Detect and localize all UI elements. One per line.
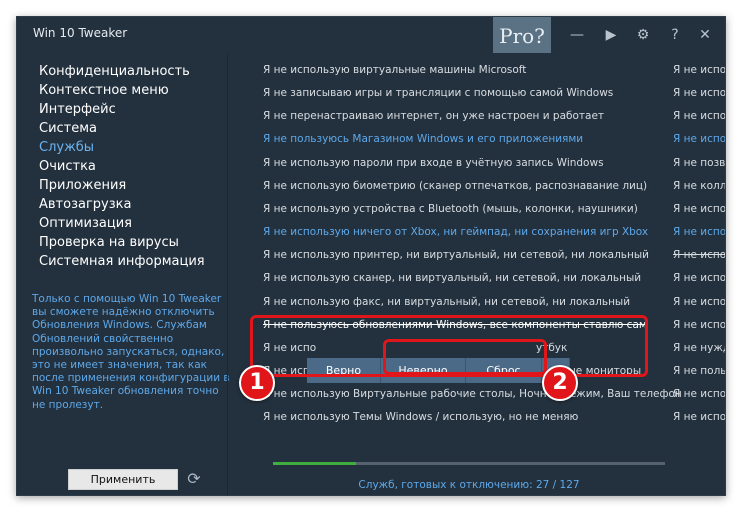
close-icon[interactable]: ✕ — [693, 23, 717, 47]
progress-fill — [273, 462, 357, 465]
service-label: Я не использую виртуальные машины Micros… — [263, 64, 527, 76]
sidebar-item-interface[interactable]: Интерфейс — [39, 101, 116, 118]
service-row[interactable]: Я не использую устройства с Bluetooth (м… — [228, 198, 726, 221]
service-label-right: Я не испо — [673, 226, 726, 239]
service-label-right: Я не испо — [673, 388, 726, 401]
help-icon[interactable]: ? — [663, 23, 687, 47]
service-row[interactable]: Я не использую Виртуальные рабочие столы… — [228, 383, 726, 406]
service-row[interactable]: Я не использую ничего от Xbox, ни геймпа… — [228, 221, 726, 244]
sidebar-item-optimization[interactable]: Оптимизация — [39, 215, 132, 232]
service-label-right: Я не испо — [673, 64, 726, 76]
service-label-right: Я не испо — [673, 110, 726, 123]
service-row[interactable]: Я не перенастраиваю интернет, он уже нас… — [228, 105, 726, 128]
apply-button[interactable]: Применить — [68, 469, 178, 490]
service-label-right: Я не польз — [673, 364, 726, 377]
service-row[interactable]: Я не использую виртуальные машины Micros… — [228, 59, 726, 82]
service-label-right: Я не испо — [673, 87, 726, 100]
service-label-right: Я не нужда — [673, 341, 725, 354]
pro-badge[interactable]: Pro? — [493, 17, 551, 53]
service-label-right: Я не испо — [673, 295, 726, 308]
service-row[interactable]: Я не пользуюсь Магазином Windows и его п… — [228, 128, 726, 151]
service-label: Я не использую принтер, ни виртуальный, … — [263, 249, 649, 262]
section-description: Только с помощью Win 10 Tweaker вы сможе… — [32, 293, 230, 411]
service-label: Я не использую ничего от Xbox, ни геймпа… — [263, 226, 649, 239]
annotation-marker-1: 1 — [239, 365, 275, 401]
service-label: Я не перенастраиваю интернет, он уже нас… — [263, 110, 605, 123]
gear-icon[interactable]: ⚙ — [631, 23, 655, 47]
sidebar-item-services[interactable]: Службы — [39, 139, 94, 156]
sidebar-item-cleanup[interactable]: Очистка — [39, 158, 96, 175]
app-window: Win 10 Tweaker Pro? — ▶ ⚙ ? ✕ Конфиденци… — [16, 16, 726, 496]
service-label: Я не использую Темы Windows / использую,… — [263, 411, 579, 424]
service-row[interactable]: Я не использую Темы Windows / использую,… — [228, 406, 726, 429]
play-icon[interactable]: ▶ — [599, 23, 623, 47]
service-row[interactable]: Я не использую сканер, ни виртуальный, н… — [228, 267, 726, 290]
service-row[interactable]: Я не использую пароли при входе в учётну… — [228, 152, 726, 175]
service-label: Я не использую Виртуальные рабочие столы… — [263, 388, 682, 401]
title-bar: Win 10 Tweaker Pro? — ▶ ⚙ ? ✕ — [17, 17, 725, 53]
progress-bar — [273, 462, 665, 465]
services-list: Я не использую виртуальные машины Micros… — [228, 53, 726, 495]
annotation-marker-2: 2 — [542, 365, 578, 401]
service-row[interactable]: Я не записываю игры и трансляции с помощ… — [228, 82, 726, 105]
sidebar-item-system[interactable]: Система — [39, 120, 97, 137]
service-row[interactable]: Я не использую биометрию (сканер отпечат… — [228, 175, 726, 198]
sidebar-item-context-menu[interactable]: Контекстное меню — [39, 82, 169, 99]
service-label: Я не пользуюсь Магазином Windows и его п… — [263, 133, 584, 146]
sidebar: Конфиденциальность Контекстное меню Инте… — [17, 53, 230, 495]
service-label-right: Я не испо — [673, 133, 726, 146]
service-row[interactable]: Я не использую факс, ни виртуальный, ни … — [228, 291, 726, 314]
minimize-icon[interactable]: — — [565, 23, 589, 47]
sidebar-item-privacy[interactable]: Конфиденциальность — [39, 63, 190, 80]
service-label-right: Я не колле — [673, 179, 726, 192]
service-label: Я не использую биометрию (сканер отпечат… — [263, 179, 648, 192]
service-label: Я не использую устройства с Bluetooth (м… — [263, 202, 638, 215]
sidebar-item-startup[interactable]: Автозагрузка — [39, 196, 131, 213]
service-row[interactable]: Я не использую принтер, ни виртуальный, … — [228, 244, 726, 267]
service-label: Я не использую факс, ни виртуальный, ни … — [263, 295, 631, 308]
app-title: Win 10 Tweaker — [33, 26, 128, 40]
status-text: Служб, готовых к отключению: 27 / 127 — [358, 479, 580, 491]
annotation-highlight-buttons — [383, 339, 547, 375]
service-label-right: Я не испо — [673, 249, 726, 262]
sidebar-item-system-info[interactable]: Системная информация — [39, 253, 205, 270]
service-label: Я не записываю игры и трансляции с помощ… — [263, 87, 614, 100]
service-label-right: Я не испо — [673, 411, 726, 424]
refresh-icon[interactable]: ⟳ — [183, 468, 205, 490]
service-label-right: Я не испо — [673, 202, 726, 215]
service-label: Я не использую сканер, ни виртуальный, н… — [263, 272, 642, 285]
service-label-right: Я не позво — [673, 156, 726, 169]
service-label-right: Я не испо — [673, 272, 726, 285]
sidebar-item-apps[interactable]: Приложения — [39, 177, 126, 194]
service-label-right: Я не испо — [673, 318, 726, 331]
sidebar-item-virus-check[interactable]: Проверка на вирусы — [39, 234, 179, 251]
service-label: Я не использую пароли при входе в учётну… — [263, 156, 604, 169]
